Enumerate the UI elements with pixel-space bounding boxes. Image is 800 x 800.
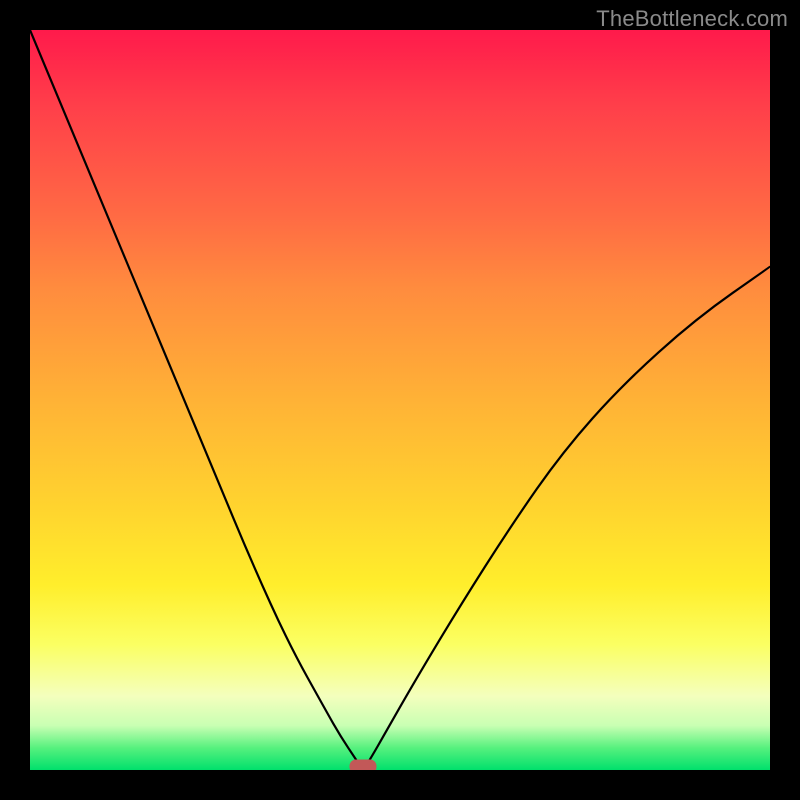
watermark-text: TheBottleneck.com: [596, 6, 788, 32]
curve-overlay: [30, 30, 770, 770]
optimum-marker: [350, 760, 376, 770]
bottleneck-curve: [30, 30, 770, 767]
plot-area: [30, 30, 770, 770]
chart-frame: TheBottleneck.com: [0, 0, 800, 800]
